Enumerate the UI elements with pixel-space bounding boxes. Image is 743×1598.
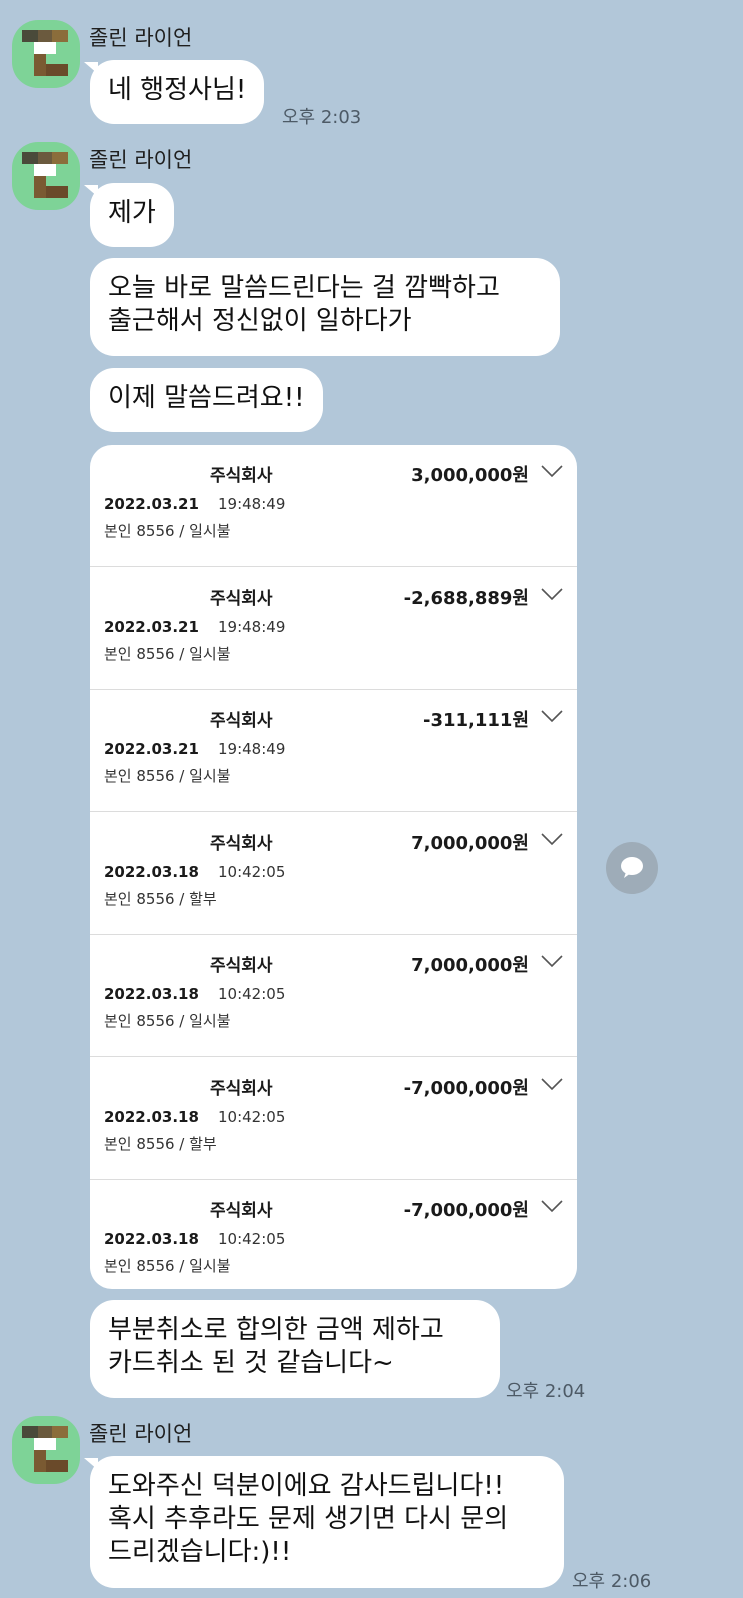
transaction-time: 19:48:49 <box>218 740 286 758</box>
chevron-down-icon[interactable] <box>541 832 563 846</box>
transaction-row[interactable]: 주식회사 3,000,000원 2022.03.21 19:48:49 본인 8556 … <box>90 445 577 567</box>
chevron-down-icon[interactable] <box>541 954 563 968</box>
message-time: 오후 2:06 <box>572 1571 652 1592</box>
speech-bubble-icon <box>621 857 643 878</box>
merchant-name: 주식회사 <box>210 956 273 976</box>
sender-name: 졸린 라이언 <box>89 1422 193 1446</box>
transaction-time: 10:42:05 <box>218 1230 286 1248</box>
sender-name: 졸린 라이언 <box>89 148 193 172</box>
merchant-name: 주식회사 <box>210 588 273 609</box>
transaction-amount: -311,111원 <box>422 710 529 731</box>
merchant-name: 주식회사 <box>210 711 273 731</box>
transaction-date: 2022.03.18 <box>104 1107 199 1126</box>
transaction-amount: 7,000,000원 <box>411 955 529 976</box>
card-transactions-message[interactable]: 주식회사 3,000,000원 2022.03.21 19:48:49 본인 8556 … <box>90 445 577 1289</box>
transaction-time: 10:42:05 <box>218 862 286 881</box>
transaction-row[interactable]: 주식회사 -311,111원 2022.03.21 19:48:49 본인 8556 /… <box>90 690 577 812</box>
transaction-detail: 본인 8556 / 일시불 <box>104 1012 231 1030</box>
sender-avatar[interactable] <box>12 142 80 210</box>
transaction-date: 2022.03.18 <box>104 985 199 1003</box>
transaction-detail: 본인 8556 / 일시불 <box>104 767 231 785</box>
transaction-row[interactable]: 주식회사 7,000,000원 2022.03.18 10:42:05 본인 8556 … <box>90 813 577 935</box>
transaction-amount: 7,000,000원 <box>411 832 529 854</box>
merchant-name: 주식회사 <box>210 833 273 854</box>
message-bubble[interactable]: 제가 <box>90 183 174 247</box>
transaction-amount: -7,000,000원 <box>403 1077 529 1099</box>
merchant-name: 주식회사 <box>210 466 273 486</box>
transaction-row[interactable]: 주식회사 -7,000,000원 2022.03.18 10:42:05 본인 8556… <box>90 1058 577 1180</box>
sender-avatar[interactable] <box>12 1416 80 1484</box>
transaction-time: 10:42:05 <box>218 1107 286 1126</box>
transaction-date: 2022.03.21 <box>104 495 199 513</box>
transaction-date: 2022.03.21 <box>104 617 199 636</box>
merchant-name: 주식회사 <box>210 1078 273 1099</box>
chevron-down-icon[interactable] <box>541 709 563 723</box>
transaction-detail: 본인 8556 / 일시불 <box>104 1257 231 1275</box>
message-time: 오후 2:04 <box>506 1381 586 1402</box>
share-button[interactable] <box>606 842 658 894</box>
transaction-detail: 본인 8556 / 일시불 <box>104 522 231 540</box>
chevron-down-icon[interactable] <box>541 587 563 601</box>
transaction-amount: 3,000,000원 <box>411 465 529 486</box>
sender-avatar[interactable] <box>12 20 80 88</box>
transaction-detail: 본인 8556 / 할부 <box>104 889 217 908</box>
message-time: 오후 2:03 <box>282 107 362 128</box>
transaction-time: 10:42:05 <box>218 985 286 1003</box>
message-bubble[interactable]: 오늘 바로 말씀드린다는 걸 깜빡하고 출근해서 정신없이 일하다가 <box>90 258 560 356</box>
transaction-date: 2022.03.18 <box>104 1230 199 1248</box>
transaction-row[interactable]: 주식회사 -7,000,000원 2022.03.18 10:42:05 본인 8556… <box>90 1180 577 1289</box>
transaction-date: 2022.03.18 <box>104 862 199 881</box>
sender-name: 졸린 라이언 <box>89 26 193 50</box>
transaction-time: 19:48:49 <box>218 617 286 636</box>
message-bubble[interactable]: 도와주신 덕분이에요 감사드립니다!! 혹시 추후라도 문제 생기면 다시 문의… <box>90 1456 564 1588</box>
chevron-down-icon[interactable] <box>541 1077 563 1091</box>
chevron-down-icon[interactable] <box>541 1199 563 1213</box>
transaction-row[interactable]: 주식회사 7,000,000원 2022.03.18 10:42:05 본인 8556 … <box>90 935 577 1057</box>
transaction-detail: 본인 8556 / 일시불 <box>104 644 231 663</box>
message-bubble[interactable]: 네 행정사님! <box>90 60 265 124</box>
message-bubble[interactable]: 이제 말씀드려요!! <box>90 368 323 432</box>
transaction-time: 19:48:49 <box>218 495 286 513</box>
transaction-amount: -7,000,000원 <box>403 1200 529 1221</box>
transaction-date: 2022.03.21 <box>104 740 199 758</box>
message-bubble[interactable]: 부분취소로 합의한 금액 제하고 카드취소 된 것 같습니다~ <box>90 1300 500 1398</box>
merchant-name: 주식회사 <box>210 1201 273 1221</box>
chevron-down-icon[interactable] <box>541 464 563 478</box>
transaction-detail: 본인 8556 / 할부 <box>104 1134 217 1153</box>
transaction-amount: -2,688,889원 <box>403 587 529 609</box>
transaction-row[interactable]: 주식회사 -2,688,889원 2022.03.21 19:48:49 본인 8556… <box>90 568 577 690</box>
